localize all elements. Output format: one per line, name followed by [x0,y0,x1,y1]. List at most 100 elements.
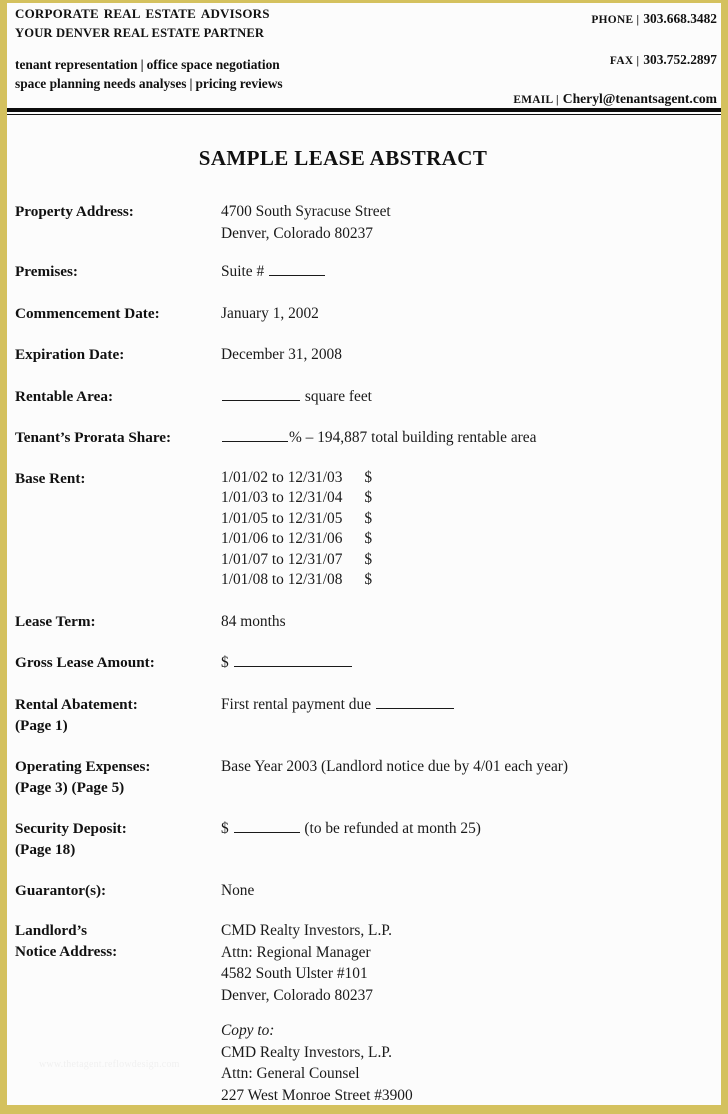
copy-to-line-4: Chicago, Illinois 60606 [221,1106,713,1114]
services-line-2: space planning needs analyses | pricing re… [15,74,445,93]
table-row: 1/01/08 to 12/31/08 $ [221,570,372,591]
services-line-1: tenant representation | office space negot… [15,55,445,74]
field-label-second-line: Notice Address: [15,943,118,960]
service-tenant-representation: tenant representation [15,57,138,72]
field-landlord-notice-address: Landlord’s Notice Address: CMD Realty In… [15,920,713,1114]
field-label: Gross Lease Amount: [15,654,155,671]
document-page: Corporate Real Estate Advisors YOUR DENV… [0,0,728,1114]
rent-period: 1/01/07 to 12/31/07 [221,550,343,568]
field-label: Premises: [15,263,78,280]
field-operating-expenses: Operating Expenses: (Page 3) (Page 5) Ba… [15,756,713,798]
field-value: square feet [221,386,713,408]
document-body: SAMPLE LEASE ABSTRACT Property Address: … [7,146,721,1114]
service-space-planning: space planning needs analyses [15,76,187,91]
rent-period: 1/01/03 to 12/31/04 [221,489,343,506]
rentable-area-suffix: square feet [304,387,372,405]
letterhead-contact-block: PHONE | 303.668.3482 FAX | 303.752.2897 … [417,3,717,108]
lease-abstract-field-list: Property Address: 4700 South Syracuse St… [15,201,713,1114]
email-value[interactable]: Cheryl@tenantsagent.com [563,91,717,106]
rent-period: 1/01/02 to 12/31/03 [221,468,343,486]
field-security-deposit: Security Deposit: (Page 18) $ (to be ref… [15,818,713,860]
field-label: Tenant’s Prorata Share: [15,429,172,446]
field-gross-lease-amount: Gross Lease Amount: $ [15,652,713,674]
field-lease-term: Lease Term: 84 months [15,611,713,633]
copy-to-label: Copy to: [221,1022,275,1039]
copy-to-line-2: Attn: General Counsel [221,1065,360,1082]
fax-label: FAX | [609,55,640,67]
field-value: $ (to be refunded at month 25) [221,818,713,840]
company-name: Corporate Real Estate Advisors [15,3,270,23]
rent-amount[interactable]: $ [364,509,372,530]
security-deposit-suffix: (to be refunded at month 25) [304,819,481,837]
letterhead: Corporate Real Estate Advisors YOUR DENV… [7,3,721,107]
letterhead-divider [7,108,721,117]
premises-blank[interactable] [269,261,326,276]
prorata-share-suffix: % – 194,887 total building rentable area [289,429,537,446]
landlord-line-4: Denver, Colorado 80237 [221,986,373,1004]
field-value: January 1, 2002 [221,304,319,322]
rent-period: 1/01/05 to 12/31/05 [221,509,343,527]
rent-amount[interactable]: $ [364,468,372,489]
field-value: $ [221,652,713,674]
field-value: % – 194,887 total building rentable area [221,427,713,449]
table-row: 1/01/03 to 12/31/04 $ [221,488,372,509]
service-pricing-reviews: pricing reviews [195,76,283,91]
field-label-main: Operating Expenses: [15,757,151,775]
field-label: Expiration Date: [15,346,125,363]
field-base-rent: Base Rent: 1/01/02 to 12/31/03 $ 1/01/03… [15,468,713,591]
field-label: Base Rent: [15,469,86,487]
services-separator: | [140,57,144,72]
abatement-prefix: First rental payment due [221,695,372,713]
security-deposit-blank[interactable] [233,818,300,833]
field-label: Guarantor(s): [15,881,107,899]
rent-amount[interactable]: $ [364,570,372,591]
gross-lease-blank[interactable] [233,652,352,667]
field-value: None [221,881,255,899]
rent-period: 1/01/06 to 12/31/06 [221,530,343,547]
contact-phone: PHONE | 303.668.3482 [417,11,717,28]
copy-to-line-1: CMD Realty Investors, L.P. [221,1043,393,1061]
field-rentable-area: Rentable Area: square feet [15,386,713,408]
address-line-2: Denver, Colorado 80237 [221,224,373,242]
premises-prefix: Suite # [221,263,265,280]
landlord-line-3: 4582 South Ulster #101 [221,965,368,982]
field-value: Suite # [221,261,713,283]
company-tagline: YOUR DENVER REAL ESTATE PARTNER [15,26,265,40]
rent-period: 1/01/08 to 12/31/08 [221,571,343,588]
landlord-line-2: Attn: Regional Manager [221,943,371,961]
field-guarantors: Guarantor(s): None [15,880,713,902]
field-label-main: Landlord’s [15,922,88,939]
field-value: 1/01/02 to 12/31/03 $ 1/01/03 to 12/31/0… [221,468,713,591]
letterhead-left: Corporate Real Estate Advisors YOUR DENV… [15,3,445,93]
rentable-area-blank[interactable] [222,386,300,401]
field-label-main: Security Deposit: [15,819,127,837]
field-value: 84 months [221,612,286,630]
field-label: Lease Term: [15,612,96,630]
rent-amount[interactable]: $ [364,550,372,571]
contact-fax: FAX | 303.752.2897 [417,52,717,69]
field-label-page-ref: (Page 18) [15,840,76,858]
landlord-address-spacer [221,1006,713,1020]
field-value: First rental payment due [221,694,713,716]
field-label: Security Deposit: (Page 18) [15,818,221,860]
rent-amount[interactable]: $ [364,488,372,509]
contact-email: EMAIL | Cheryl@tenantsagent.com [417,91,717,108]
landlord-line-1: CMD Realty Investors, L.P. [221,922,393,939]
field-label: Operating Expenses: (Page 3) (Page 5) [15,756,221,798]
phone-label: PHONE | [591,14,640,26]
rent-amount[interactable]: $ [364,529,372,550]
field-label-page-ref: (Page 3) (Page 5) [15,778,125,796]
field-property-address: Property Address: 4700 South Syracuse St… [15,201,713,244]
field-label-main: Rental Abatement: [15,695,138,713]
field-label: Landlord’s Notice Address: [15,920,221,962]
field-premises: Premises: Suite # [15,261,713,283]
table-row: 1/01/02 to 12/31/03 $ [221,468,372,489]
field-prorata-share: Tenant’s Prorata Share: % – 194,887 tota… [15,427,713,449]
phone-value: 303.668.3482 [643,11,717,26]
copy-to-line-3: 227 West Monroe Street #3900 [221,1086,413,1104]
page-title: SAMPLE LEASE ABSTRACT [198,146,488,170]
fax-value: 303.752.2897 [643,52,717,67]
abatement-blank[interactable] [375,694,454,709]
prorata-share-blank[interactable] [222,427,288,442]
base-rent-table: 1/01/02 to 12/31/03 $ 1/01/03 to 12/31/0… [221,468,372,591]
